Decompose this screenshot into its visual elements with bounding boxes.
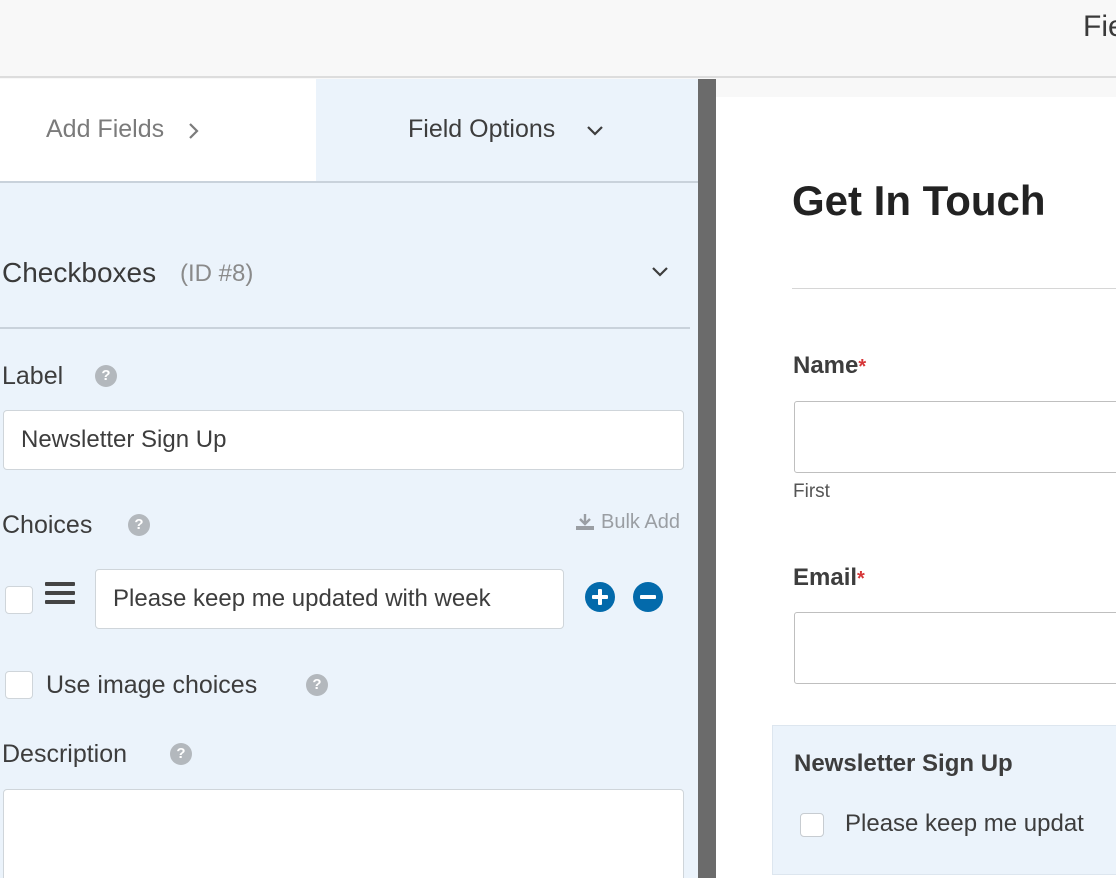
newsletter-field-selected[interactable]: Newsletter Sign Up Please keep me updat xyxy=(772,725,1116,875)
name-field-label[interactable]: Name* xyxy=(793,352,866,380)
field-options-panel: Add Fields Field Options Checkboxes (ID … xyxy=(0,79,698,878)
download-icon xyxy=(576,514,594,530)
field-type-title: Checkboxes xyxy=(2,257,157,288)
image-choices-label: Use image choices xyxy=(46,671,258,699)
help-icon[interactable]: ? xyxy=(170,743,192,765)
tab-add-fields[interactable]: Add Fields xyxy=(0,79,316,181)
name-label-text: Name xyxy=(793,352,859,379)
label-field-label: Label xyxy=(2,362,64,390)
form-title-divider xyxy=(792,288,1116,289)
email-label-text: Email xyxy=(793,564,858,591)
description-textarea[interactable] xyxy=(3,789,684,878)
required-mark: * xyxy=(858,356,867,378)
chevron-down-icon xyxy=(587,126,603,136)
panel-divider xyxy=(698,79,716,878)
description-label: Description xyxy=(2,740,128,768)
chevron-right-icon xyxy=(189,123,199,139)
tab-field-options-label: Field Options xyxy=(408,115,556,143)
email-field-label[interactable]: Email* xyxy=(793,564,865,592)
required-mark: * xyxy=(857,568,865,590)
help-icon[interactable]: ? xyxy=(306,674,328,696)
tab-add-fields-label: Add Fields xyxy=(46,115,165,143)
choice-input[interactable]: Please keep me updated with week xyxy=(95,569,564,629)
newsletter-label: Newsletter Sign Up xyxy=(794,750,1013,777)
newsletter-choice-label: Please keep me updat xyxy=(845,810,1084,837)
form-title: Get In Touch xyxy=(792,177,1046,224)
field-section-header[interactable]: Checkboxes (ID #8) xyxy=(0,239,690,329)
name-first-input[interactable] xyxy=(794,401,1116,473)
image-choices-checkbox[interactable] xyxy=(5,671,33,699)
help-icon[interactable]: ? xyxy=(128,514,150,536)
form-preview: Get In Touch Name* First Email* Newslett… xyxy=(716,97,1116,878)
choices-label: Choices xyxy=(2,511,93,539)
field-id-label: (ID #8) xyxy=(180,260,254,287)
panel-tabs: Add Fields Field Options xyxy=(0,79,698,183)
newsletter-checkbox[interactable] xyxy=(800,813,824,837)
top-bar: Fie xyxy=(0,0,1116,78)
add-choice-icon[interactable] xyxy=(585,582,615,612)
help-icon[interactable]: ? xyxy=(95,365,117,387)
email-input[interactable] xyxy=(794,612,1116,684)
top-bar-title: Fie xyxy=(1083,10,1116,43)
bulk-add-label: Bulk Add xyxy=(601,511,680,533)
chevron-down-icon[interactable] xyxy=(651,266,669,278)
name-first-sublabel: First xyxy=(793,481,830,502)
label-input[interactable]: Newsletter Sign Up xyxy=(3,410,684,470)
drag-handle-icon[interactable] xyxy=(45,582,75,604)
choice-default-checkbox[interactable] xyxy=(5,586,33,614)
tab-field-options[interactable]: Field Options xyxy=(316,79,698,181)
remove-choice-icon[interactable] xyxy=(633,582,663,612)
